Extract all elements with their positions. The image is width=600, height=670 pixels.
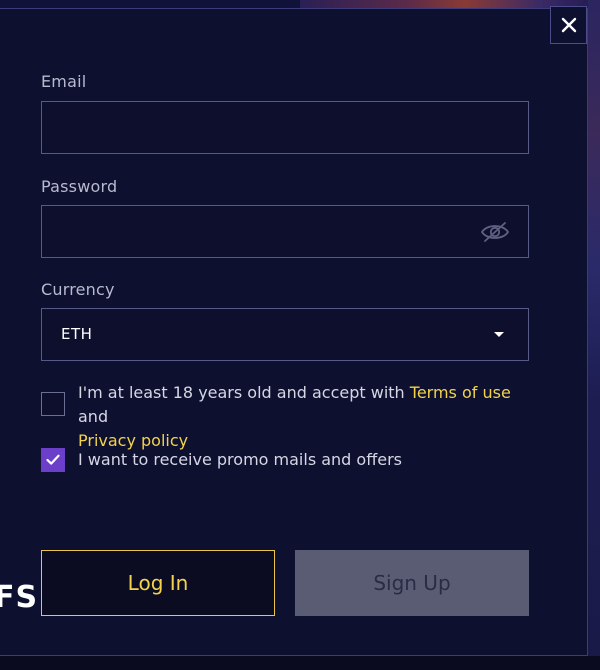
- close-icon: [561, 17, 576, 33]
- signup-button[interactable]: Sign Up: [295, 550, 529, 616]
- currency-select[interactable]: ETH: [41, 308, 529, 361]
- promo-consent-text: I want to receive promo mails and offers: [78, 450, 402, 469]
- email-field-wrapper: [41, 101, 529, 154]
- background-artwork-right: [588, 0, 600, 670]
- login-button[interactable]: Log In: [41, 550, 275, 616]
- promo-consent-checkbox[interactable]: [41, 448, 65, 472]
- stage: FS Email Password Currency ETH I'm at le…: [0, 0, 600, 670]
- email-field[interactable]: [42, 102, 528, 153]
- currency-selected-value: ETH: [61, 325, 93, 343]
- email-label: Email: [41, 72, 87, 91]
- password-field-wrapper: [41, 205, 529, 258]
- close-button[interactable]: [550, 6, 587, 44]
- background-bottom: [0, 656, 600, 670]
- password-label: Password: [41, 177, 118, 196]
- checkmark-icon: [46, 454, 60, 465]
- age-consent-checkbox[interactable]: [41, 392, 65, 416]
- currency-label: Currency: [41, 280, 115, 299]
- terms-of-use-link[interactable]: Terms of use: [410, 383, 511, 402]
- age-consent-text-before: I'm at least 18 years old and accept wit…: [78, 383, 410, 402]
- eye-slash-icon[interactable]: [480, 221, 510, 243]
- age-consent-text-middle: and: [78, 407, 109, 426]
- age-consent-text: I'm at least 18 years old and accept wit…: [78, 381, 538, 453]
- caret-down-icon: [494, 332, 504, 337]
- background-partial-text: FS: [0, 580, 39, 615]
- password-field[interactable]: [42, 206, 528, 257]
